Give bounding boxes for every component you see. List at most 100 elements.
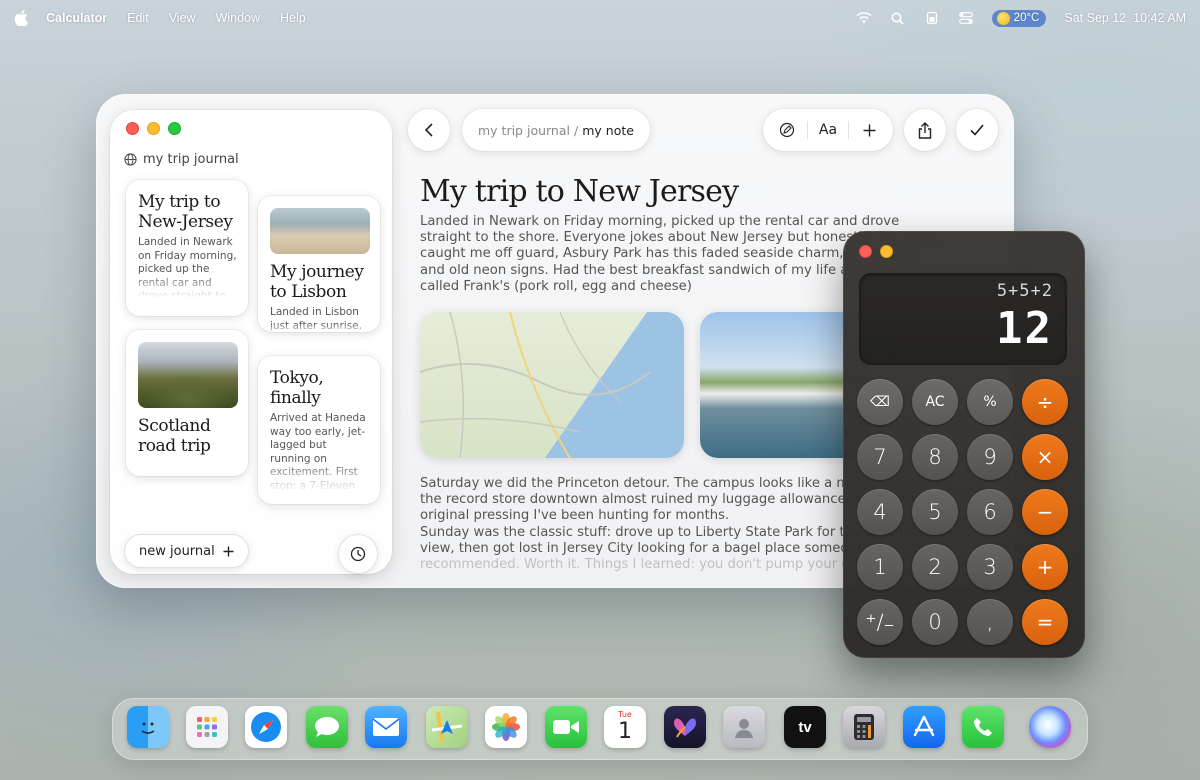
note-title[interactable]: My trip to New Jersey xyxy=(420,174,739,209)
map-roads-icon xyxy=(420,312,651,458)
digit-8-key[interactable]: 8 xyxy=(912,434,958,480)
launchpad-icon[interactable] xyxy=(186,706,228,748)
window-controls xyxy=(859,245,893,258)
phone-icon[interactable] xyxy=(962,706,1004,748)
calculator-app-icon[interactable] xyxy=(843,706,885,748)
digit-2-key[interactable]: 2 xyxy=(912,544,958,590)
entry-title: My trip to New-Jersey xyxy=(138,192,233,232)
mail-icon[interactable] xyxy=(365,706,407,748)
calendar-icon[interactable]: Tue 1 xyxy=(604,706,646,748)
battery-icon[interactable] xyxy=(924,10,940,26)
new-journal-button[interactable]: new journal xyxy=(124,534,249,568)
done-button[interactable] xyxy=(956,109,998,151)
weather-temperature: 20°C xyxy=(1013,12,1040,24)
toolbar-divider xyxy=(848,121,850,139)
calculator-window: 5+5+2 12 ⌫ AC% ÷ 7 8 9 × 4 5 6−1 2 3 + ⁺∕₋ 0, = xyxy=(843,231,1085,658)
digit-6-key[interactable]: 6 xyxy=(967,489,1013,535)
entry-card-new-jersey[interactable]: My trip to New-Jersey Landed in Newark o… xyxy=(126,180,248,316)
entry-card-tokyo[interactable]: Tokyo, finally Arrived at Haneda way too… xyxy=(258,356,380,504)
clock-history-icon xyxy=(350,546,366,562)
calculator-result: 12 xyxy=(996,303,1053,354)
sign-toggle-key[interactable]: ⁺∕₋ xyxy=(857,599,903,645)
apple-tv-icon[interactable]: tv xyxy=(784,706,826,748)
all-clear-key[interactable]: AC xyxy=(912,379,958,425)
back-button[interactable] xyxy=(408,109,450,151)
safari-icon[interactable] xyxy=(245,706,287,748)
sun-icon xyxy=(996,11,1010,25)
calculator-keypad: ⌫ AC% ÷ 7 8 9 × 4 5 6− 1 2 3 + ⁺∕₋ 0, = xyxy=(857,379,1068,645)
control-center-icon[interactable] xyxy=(958,10,974,26)
siri-icon[interactable] xyxy=(1029,706,1071,748)
percent-key[interactable]: % xyxy=(967,379,1013,425)
multiply-key[interactable]: × xyxy=(1022,434,1068,480)
plus-icon xyxy=(863,124,876,136)
entry-card-lisbon[interactable]: My journey to Lisbon Landed in Lisbon ju… xyxy=(258,196,380,332)
close-button[interactable] xyxy=(126,122,139,135)
equals-key[interactable]: = xyxy=(1022,599,1068,645)
digit-4-key[interactable]: 4 xyxy=(857,489,903,535)
menu-window[interactable]: Window xyxy=(216,11,260,25)
digit-3-key[interactable]: 3 xyxy=(967,544,1013,590)
breadcrumb-separator: / xyxy=(574,122,579,138)
breadcrumb-parent[interactable]: my trip journal xyxy=(478,123,570,138)
subtract-key[interactable]: − xyxy=(1022,489,1068,535)
menu-edit[interactable]: Edit xyxy=(127,11,149,25)
note-paragraph: Sunday was the classic stuff: drove up t… xyxy=(420,524,911,556)
close-button[interactable] xyxy=(859,245,872,258)
menubar-clock[interactable]: Sat Sep 12 10:42 AM xyxy=(1064,11,1186,25)
breadcrumb: my trip journal / my note xyxy=(462,109,650,151)
menu-app-name[interactable]: Calculator xyxy=(46,11,107,25)
add-button[interactable] xyxy=(854,115,884,145)
finder-icon[interactable] xyxy=(127,706,169,748)
entry-title: Tokyo, finally xyxy=(270,368,324,408)
scotland-mountain-photo xyxy=(138,342,238,408)
menu-help[interactable]: Help xyxy=(280,11,306,25)
digit-5-key[interactable]: 5 xyxy=(912,489,958,535)
journal-sidebar: my trip journal My trip to New-Jersey La… xyxy=(110,110,392,574)
plus-icon xyxy=(223,546,234,556)
maps-icon[interactable] xyxy=(426,706,468,748)
digit-7-key[interactable]: 7 xyxy=(857,434,903,480)
divide-key[interactable]: ÷ xyxy=(1022,379,1068,425)
calculator-display: 5+5+2 12 xyxy=(859,273,1067,365)
journal-selector[interactable]: my trip journal xyxy=(124,152,239,167)
history-button[interactable] xyxy=(338,534,378,574)
breadcrumb-current[interactable]: my note xyxy=(582,123,634,138)
window-controls xyxy=(126,122,181,135)
entry-title: My journey to Lisbon xyxy=(270,262,364,302)
app-store-icon[interactable] xyxy=(903,706,945,748)
entry-title: Scotland road trip xyxy=(138,416,211,456)
notes-app-icon[interactable] xyxy=(664,706,706,748)
pencil-circle-icon xyxy=(779,122,794,138)
font-button[interactable]: Aa xyxy=(813,115,843,145)
facetime-icon[interactable] xyxy=(545,706,587,748)
entry-excerpt: Landed in Lisbon just after sunrise, xyxy=(270,306,362,332)
weather-widget[interactable]: 20°C xyxy=(991,9,1047,27)
add-key[interactable]: + xyxy=(1022,544,1068,590)
minimize-button[interactable] xyxy=(147,122,160,135)
wifi-icon[interactable] xyxy=(856,10,872,26)
photos-icon[interactable] xyxy=(485,706,527,748)
digit-9-key[interactable]: 9 xyxy=(967,434,1013,480)
menu-view[interactable]: View xyxy=(169,11,196,25)
messages-icon[interactable] xyxy=(306,706,348,748)
lisbon-beach-photo xyxy=(270,208,370,254)
share-button[interactable] xyxy=(904,109,946,151)
spotlight-search-icon[interactable] xyxy=(890,10,906,26)
digit-0-key[interactable]: 0 xyxy=(912,599,958,645)
note-paragraph-faded: recommended. Worth it. Things I learned:… xyxy=(420,557,897,573)
new-jersey-map-image[interactable] xyxy=(420,312,684,458)
entry-excerpt: Arrived at Haneda way too early, jet-lag… xyxy=(270,412,366,504)
entry-card-scotland[interactable]: Scotland road trip xyxy=(126,330,248,476)
share-icon xyxy=(918,121,932,139)
minimize-button[interactable] xyxy=(880,245,893,258)
digit-1-key[interactable]: 1 xyxy=(857,544,903,590)
menu-bar: Calculator Edit View Window Help 20°C Sa… xyxy=(0,0,1200,36)
apple-menu-icon[interactable] xyxy=(14,10,30,26)
zoom-button[interactable] xyxy=(168,122,181,135)
calculator-expression: 5+5+2 xyxy=(996,281,1053,301)
backspace-key[interactable]: ⌫ xyxy=(857,379,903,425)
decimal-key[interactable]: , xyxy=(967,599,1013,645)
contacts-icon[interactable] xyxy=(723,706,765,748)
markup-button[interactable] xyxy=(772,115,802,145)
